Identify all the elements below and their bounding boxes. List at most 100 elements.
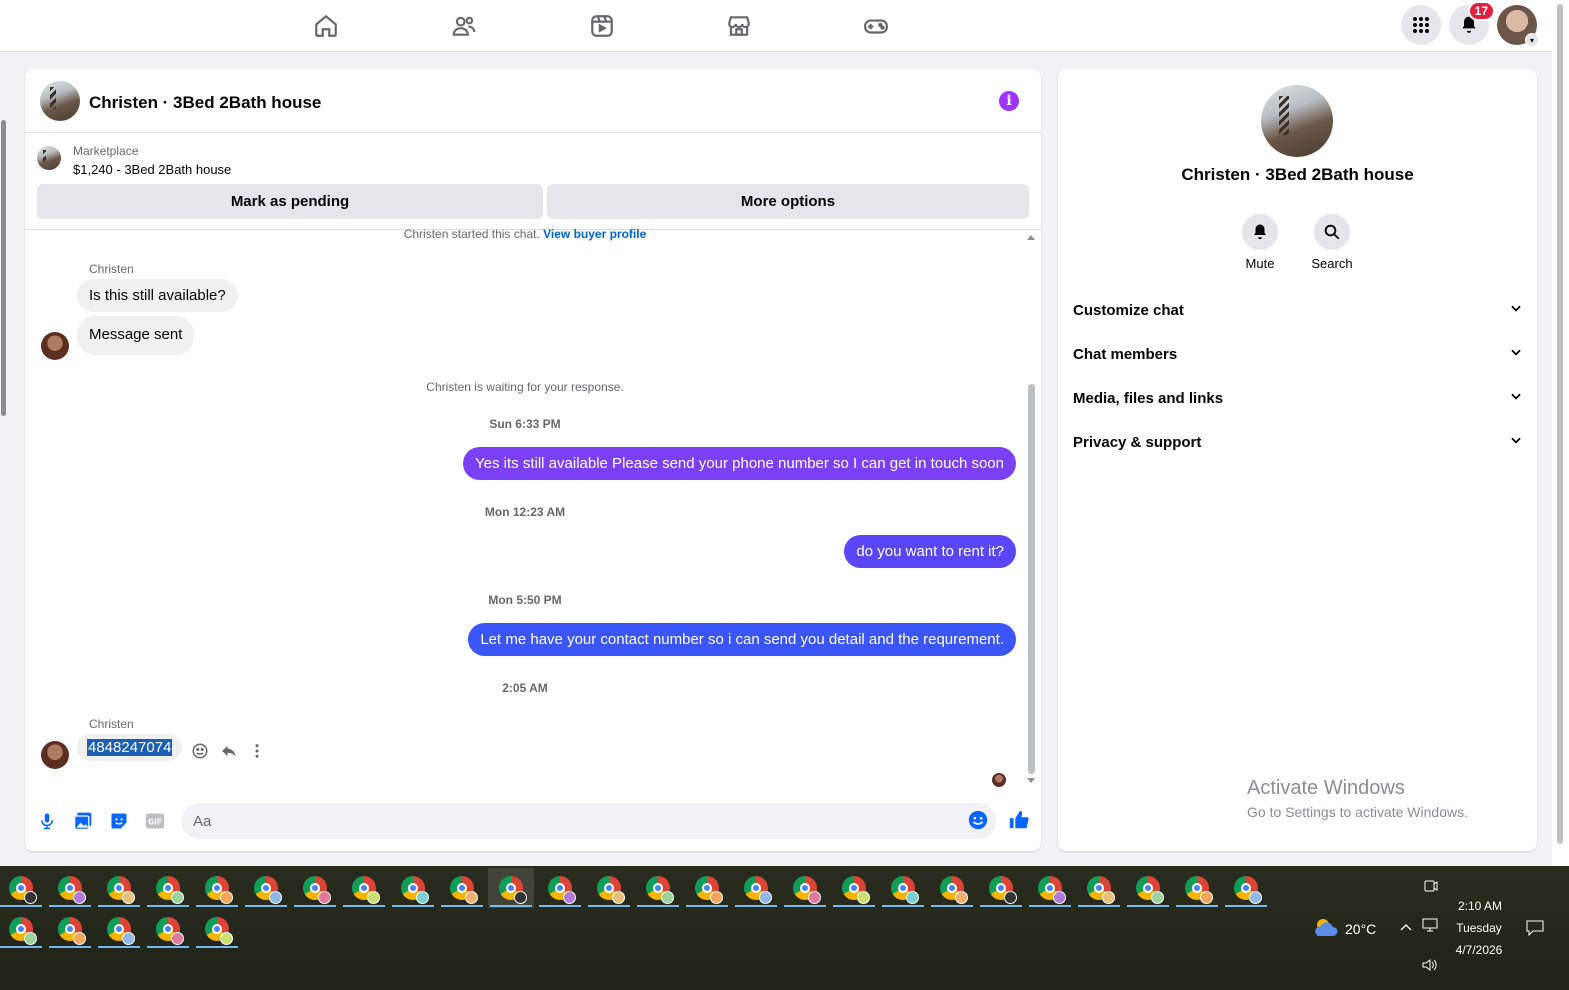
friends-icon[interactable] — [450, 12, 478, 40]
chrome-taskbar-button[interactable] — [1223, 868, 1269, 908]
menu-grid-button[interactable] — [1401, 5, 1441, 45]
weather-temp[interactable]: 20°C — [1345, 921, 1376, 937]
marketplace-icon[interactable] — [725, 12, 753, 40]
mute-button[interactable]: Mute — [1230, 214, 1290, 271]
chrome-taskbar-button[interactable] — [0, 909, 44, 949]
chrome-taskbar-button[interactable] — [145, 868, 191, 908]
photo-icon[interactable] — [72, 810, 94, 832]
chrome-taskbar-button[interactable] — [194, 909, 240, 949]
chrome-taskbar-button[interactable] — [292, 868, 338, 908]
notifications-button[interactable]: 17 — [1449, 1, 1495, 45]
volume-icon[interactable] — [1422, 958, 1438, 975]
search-button[interactable]: Search — [1302, 214, 1362, 271]
chrome-taskbar-button[interactable] — [47, 909, 93, 949]
listing-avatar[interactable] — [40, 81, 80, 121]
video-icon[interactable] — [588, 12, 616, 40]
chrome-taskbar-button[interactable] — [194, 868, 240, 908]
outgoing-message[interactable]: Let me have your contact number so i can… — [468, 623, 1016, 656]
watermark-subtitle: Go to Settings to activate Windows. — [1247, 804, 1468, 820]
row-label: Chat members — [1073, 345, 1178, 363]
mark-as-pending-button[interactable]: Mark as pending — [37, 184, 543, 219]
chrome-taskbar-button[interactable] — [978, 868, 1024, 908]
incoming-message[interactable]: 4848247074 — [77, 734, 183, 761]
clock-time[interactable]: 2:10 AM — [1455, 899, 1505, 913]
incoming-message[interactable]: Message sent — [77, 316, 195, 355]
react-icon[interactable] — [191, 742, 209, 763]
chrome-taskbar-button[interactable] — [929, 868, 975, 908]
sender-avatar[interactable] — [41, 741, 69, 769]
chrome-icon — [1234, 876, 1262, 904]
chrome-taskbar-button[interactable] — [733, 868, 779, 908]
more-options-button[interactable]: More options — [547, 184, 1029, 219]
microphone-icon[interactable] — [36, 810, 58, 832]
like-thumb-icon[interactable] — [1008, 809, 1030, 831]
chat-title[interactable]: Christen · 3Bed 2Bath house — [89, 93, 321, 113]
page-scrollbar[interactable] — [0, 104, 8, 864]
info-icon[interactable]: i — [999, 91, 1019, 111]
profile-avatar-button[interactable]: ▾ — [1497, 5, 1539, 47]
media-files-links-row[interactable]: Media, files and links — [1073, 376, 1523, 420]
outgoing-message[interactable]: Yes its still available Please send your… — [463, 447, 1016, 480]
chat-scrollbar[interactable] — [1025, 234, 1037, 789]
listing-title[interactable]: $1,240 - 3Bed 2Bath house — [73, 162, 231, 177]
message-input[interactable] — [181, 803, 996, 839]
chat-started-note: Christen started this chat. View buyer p… — [25, 227, 1025, 241]
tray-chevron-up-icon[interactable] — [1400, 920, 1412, 935]
chrome-taskbar-button[interactable] — [831, 868, 877, 908]
notification-badge: 17 — [1467, 1, 1495, 21]
chrome-taskbar-button[interactable] — [0, 868, 44, 908]
chrome-icon — [940, 876, 968, 904]
incoming-message[interactable]: Is this still available? — [77, 279, 238, 312]
sticker-icon[interactable] — [108, 810, 130, 832]
chrome-taskbar-button[interactable] — [243, 868, 289, 908]
customize-chat-row[interactable]: Customize chat — [1073, 288, 1523, 332]
chrome-taskbar-button[interactable] — [684, 868, 730, 908]
more-options-icon[interactable] — [249, 742, 265, 763]
timestamp: Mon 5:50 PM — [488, 593, 562, 607]
listing-thumbnail[interactable] — [37, 146, 61, 170]
privacy-support-row[interactable]: Privacy & support — [1073, 420, 1523, 464]
chrome-taskbar-button[interactable] — [782, 868, 828, 908]
emoji-icon[interactable] — [967, 809, 989, 831]
gaming-icon[interactable] — [862, 12, 890, 40]
chrome-taskbar-button[interactable] — [145, 909, 191, 949]
chrome-taskbar-button[interactable] — [96, 909, 142, 949]
chrome-taskbar-button[interactable] — [1174, 868, 1220, 908]
chrome-taskbar-button[interactable] — [47, 868, 93, 908]
chat-header: Christen · 3Bed 2Bath house i — [25, 69, 1041, 133]
chrome-taskbar-button[interactable] — [1076, 868, 1122, 908]
chrome-taskbar-button[interactable] — [439, 868, 485, 908]
home-icon[interactable] — [312, 12, 340, 40]
clock-day[interactable]: Tuesday — [1453, 921, 1505, 935]
listing-avatar-large[interactable] — [1261, 85, 1333, 157]
notification-center-icon[interactable] — [1526, 920, 1544, 939]
gif-icon[interactable]: GIF — [144, 810, 166, 832]
meet-now-icon[interactable] — [1424, 878, 1438, 897]
weather-icon[interactable] — [1312, 916, 1340, 943]
chrome-taskbar-button[interactable] — [880, 868, 926, 908]
selected-phone-number[interactable]: 4848247074 — [87, 739, 173, 756]
outgoing-message[interactable]: do you want to rent it? — [844, 535, 1016, 568]
sender-name: Christen — [89, 262, 134, 276]
scroll-up-arrow[interactable] — [1027, 235, 1035, 240]
reply-icon[interactable] — [220, 742, 238, 763]
window-scrollbar[interactable] — [1552, 0, 1569, 866]
chrome-taskbar-button[interactable] — [635, 868, 681, 908]
chat-members-row[interactable]: Chat members — [1073, 332, 1523, 376]
chrome-taskbar-button[interactable] — [488, 868, 534, 908]
svg-text:GIF: GIF — [148, 817, 162, 826]
chrome-taskbar-button[interactable] — [341, 868, 387, 908]
network-icon[interactable] — [1422, 918, 1438, 935]
chrome-taskbar-button[interactable] — [586, 868, 632, 908]
chrome-icon — [254, 876, 282, 904]
chrome-taskbar-button[interactable] — [537, 868, 583, 908]
sender-avatar[interactable] — [41, 332, 69, 360]
chrome-taskbar-button[interactable] — [96, 868, 142, 908]
chrome-icon — [1136, 876, 1164, 904]
scroll-down-arrow[interactable] — [1027, 778, 1035, 783]
chrome-taskbar-button[interactable] — [1027, 868, 1073, 908]
clock-date[interactable]: 4/7/2026 — [1450, 943, 1508, 957]
chrome-taskbar-button[interactable] — [390, 868, 436, 908]
view-buyer-profile-link[interactable]: View buyer profile — [543, 227, 646, 241]
chrome-taskbar-button[interactable] — [1125, 868, 1171, 908]
